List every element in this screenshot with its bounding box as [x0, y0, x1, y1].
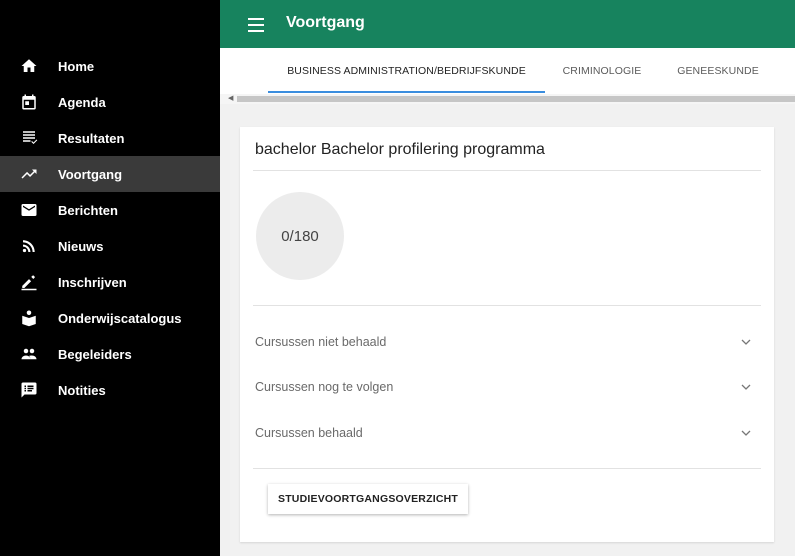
top-app-bar: Voortgang	[220, 0, 795, 48]
studievoortgangsoverzicht-button[interactable]: STUDIEVOORTGANGSOVERZICHT	[268, 484, 468, 514]
note-icon	[20, 381, 38, 399]
expander-behaald[interactable]: Cursussen behaald	[240, 413, 774, 453]
sidebar-item-label: Voortgang	[58, 166, 123, 182]
divider	[253, 468, 761, 469]
divider	[253, 170, 761, 171]
page-title: Voortgang	[286, 14, 365, 31]
program-title: bachelor Bachelor profilering programma	[255, 141, 545, 158]
rss-icon	[20, 237, 38, 255]
sidebar-item-begeleiders[interactable]: Begeleiders	[0, 336, 220, 372]
sidebar-item-resultaten[interactable]: Resultaten	[0, 120, 220, 156]
sidebar-item-nieuws[interactable]: Nieuws	[0, 228, 220, 264]
sidebar-item-label: Notities	[58, 382, 106, 398]
calendar-icon	[20, 93, 38, 111]
sidebar-item-label: Home	[58, 58, 95, 74]
hamburger-menu-icon[interactable]	[248, 14, 264, 34]
sidebar-item-inschrijven[interactable]: Inschrijven	[0, 264, 220, 300]
sidebar-item-label: Onderwijscatalogus	[58, 310, 182, 326]
divider	[253, 305, 761, 306]
sidebar-item-label: Begeleiders	[58, 346, 132, 362]
sidebar-item-label: Inschrijven	[58, 274, 127, 290]
sidebar-nav: Home Agenda Resultaten Voortgang Bericht…	[0, 48, 220, 408]
chevron-down-icon[interactable]	[740, 426, 752, 438]
expander-label: Cursussen nog te volgen	[255, 380, 394, 394]
chevron-down-icon[interactable]	[740, 335, 752, 347]
sidebar-item-label: Resultaten	[58, 130, 125, 146]
sidebar-item-label: Berichten	[58, 202, 118, 218]
sidebar-item-label: Nieuws	[58, 238, 104, 254]
tab-geneeskunde[interactable]: GENEESKUNDE	[668, 48, 768, 94]
active-tab-indicator	[268, 91, 545, 93]
expander-label: Cursussen behaald	[255, 426, 363, 440]
sidebar-item-berichten[interactable]: Berichten	[0, 192, 220, 228]
people-icon	[20, 345, 38, 363]
sidebar-item-home[interactable]: Home	[0, 48, 220, 84]
scroll-left-icon[interactable]: ◀	[228, 94, 233, 104]
sidebar-item-agenda[interactable]: Agenda	[0, 84, 220, 120]
program-tabs: BUSINESS ADMINISTRATION/BEDRIJFSKUNDE CR…	[220, 48, 795, 94]
progress-circle: 0/180	[256, 192, 344, 280]
sidebar: Home Agenda Resultaten Voortgang Bericht…	[0, 0, 220, 556]
pencil-icon	[20, 273, 38, 291]
trending-up-icon	[20, 165, 38, 183]
tab-business-administration[interactable]: BUSINESS ADMINISTRATION/BEDRIJFSKUNDE	[268, 48, 545, 94]
tab-criminologie[interactable]: CRIMINOLOGIE	[552, 48, 652, 94]
expander-label: Cursussen niet behaald	[255, 335, 387, 349]
program-card: bachelor Bachelor profilering programma …	[240, 127, 774, 542]
tabs-scrollbar[interactable]: ◀	[220, 94, 795, 104]
expander-niet-behaald[interactable]: Cursussen niet behaald	[240, 322, 774, 362]
mail-icon	[20, 201, 38, 219]
expander-nog-te-volgen[interactable]: Cursussen nog te volgen	[240, 367, 774, 407]
chevron-down-icon[interactable]	[740, 380, 752, 392]
home-icon	[20, 57, 38, 75]
scrollbar-thumb[interactable]	[237, 96, 795, 102]
results-list-icon	[20, 129, 38, 147]
sidebar-item-notities[interactable]: Notities	[0, 372, 220, 408]
progress-value: 0/180	[281, 227, 319, 245]
book-reader-icon	[20, 309, 38, 327]
sidebar-item-label: Agenda	[58, 94, 106, 110]
sidebar-item-voortgang[interactable]: Voortgang	[0, 156, 220, 192]
sidebar-item-onderwijscatalogus[interactable]: Onderwijscatalogus	[0, 300, 220, 336]
